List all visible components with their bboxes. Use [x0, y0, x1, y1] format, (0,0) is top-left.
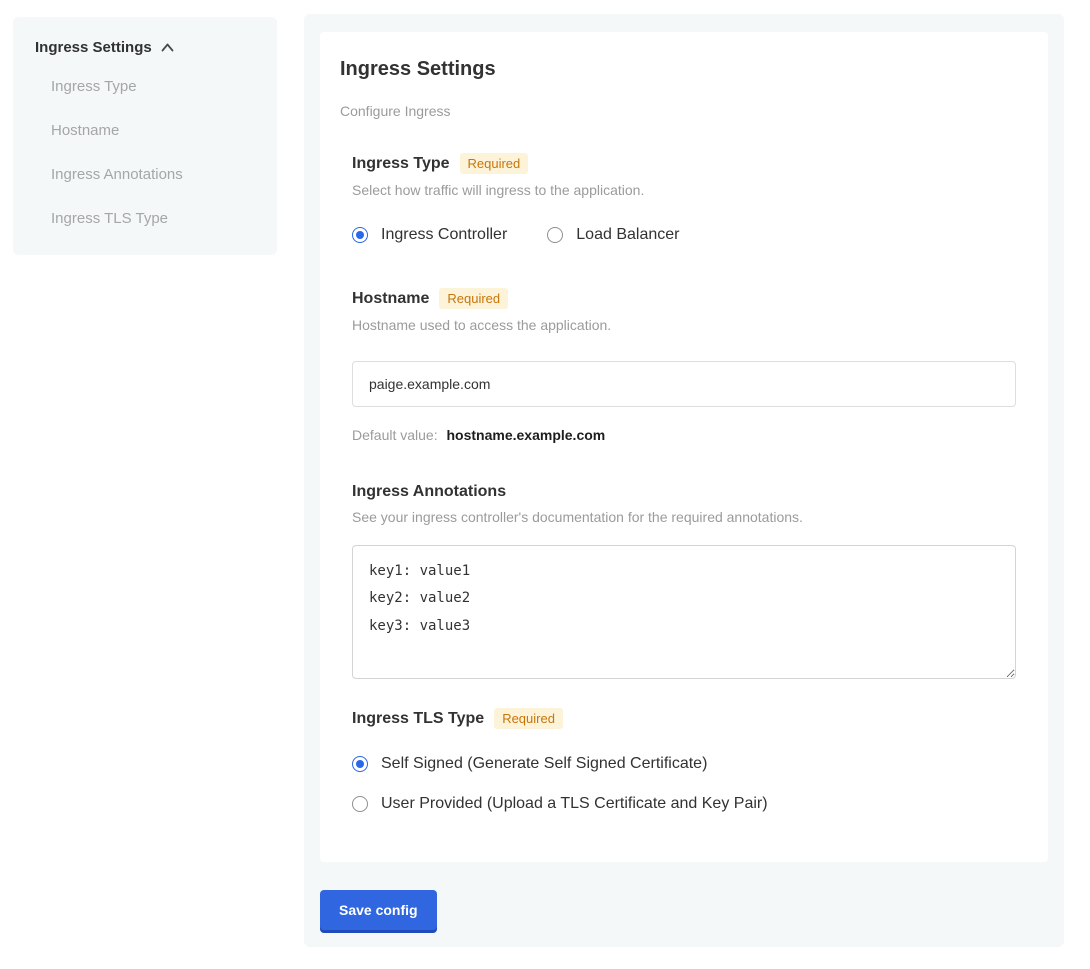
radio-label: Load Balancer: [576, 226, 679, 244]
field-label-ingress-tls-type: Ingress TLS Type: [352, 710, 484, 728]
section-header: Ingress Annotations: [352, 483, 1016, 501]
radio-unchecked-icon: [547, 227, 563, 243]
ingress-annotations-textarea[interactable]: key1: value1 key2: value2 key3: value3: [352, 545, 1016, 679]
sidebar-item-list: Ingress Type Hostname Ingress Annotation…: [35, 78, 257, 227]
radio-checked-icon: [352, 756, 368, 772]
radio-label: Ingress Controller: [381, 226, 507, 244]
sidebar-item-ingress-type[interactable]: Ingress Type: [51, 78, 257, 95]
field-help-ingress-type: Select how traffic will ingress to the a…: [352, 182, 1016, 198]
ingress-type-radio-group: Ingress Controller Load Balancer: [352, 226, 1016, 244]
section-ingress-type: Ingress Type Required Select how traffic…: [352, 153, 1016, 244]
sidebar-group-ingress-settings[interactable]: Ingress Settings: [35, 39, 257, 56]
radio-unchecked-icon: [352, 796, 368, 812]
field-label-ingress-type: Ingress Type: [352, 155, 450, 173]
sidebar-item-hostname[interactable]: Hostname: [51, 122, 257, 139]
section-header: Ingress Type Required: [352, 153, 1016, 174]
section-ingress-annotations: Ingress Annotations See your ingress con…: [352, 483, 1016, 684]
save-config-button[interactable]: Save config: [320, 890, 437, 930]
radio-label: User Provided (Upload a TLS Certificate …: [381, 795, 768, 813]
required-badge: Required: [439, 288, 508, 309]
sidebar-group-title: Ingress Settings: [35, 39, 152, 56]
default-value-label: Default value:: [352, 427, 438, 443]
sidebar-item-ingress-tls-type[interactable]: Ingress TLS Type: [51, 210, 257, 227]
hostname-default-line: Default value: hostname.example.com: [352, 427, 1016, 443]
page-subtitle: Configure Ingress: [340, 103, 1016, 119]
radio-checked-icon: [352, 227, 368, 243]
section-header: Hostname Required: [352, 288, 1016, 309]
config-card: Ingress Settings Configure Ingress Ingre…: [320, 32, 1048, 862]
required-badge: Required: [460, 153, 529, 174]
config-panel: Ingress Settings Configure Ingress Ingre…: [304, 14, 1064, 947]
section-hostname: Hostname Required Hostname used to acces…: [352, 288, 1016, 443]
radio-user-provided[interactable]: User Provided (Upload a TLS Certificate …: [352, 795, 1016, 813]
tls-type-radio-group: Self Signed (Generate Self Signed Certif…: [352, 755, 1016, 813]
sidebar-item-ingress-annotations[interactable]: Ingress Annotations: [51, 166, 257, 183]
chevron-up-icon: [161, 43, 174, 52]
page-title: Ingress Settings: [340, 58, 1016, 81]
radio-ingress-controller[interactable]: Ingress Controller: [352, 226, 507, 244]
radio-label: Self Signed (Generate Self Signed Certif…: [381, 755, 707, 773]
section-ingress-tls-type: Ingress TLS Type Required Self Signed (G…: [352, 708, 1016, 813]
field-help-hostname: Hostname used to access the application.: [352, 317, 1016, 333]
default-value-text: hostname.example.com: [447, 427, 606, 443]
config-nav-sidebar: Ingress Settings Ingress Type Hostname I…: [13, 17, 277, 255]
section-header: Ingress TLS Type Required: [352, 708, 1016, 729]
field-help-ingress-annotations: See your ingress controller's documentat…: [352, 509, 1016, 525]
field-label-hostname: Hostname: [352, 290, 429, 308]
radio-self-signed[interactable]: Self Signed (Generate Self Signed Certif…: [352, 755, 1016, 773]
required-badge: Required: [494, 708, 563, 729]
radio-load-balancer[interactable]: Load Balancer: [547, 226, 679, 244]
field-label-ingress-annotations: Ingress Annotations: [352, 483, 506, 501]
hostname-input[interactable]: [352, 361, 1016, 407]
